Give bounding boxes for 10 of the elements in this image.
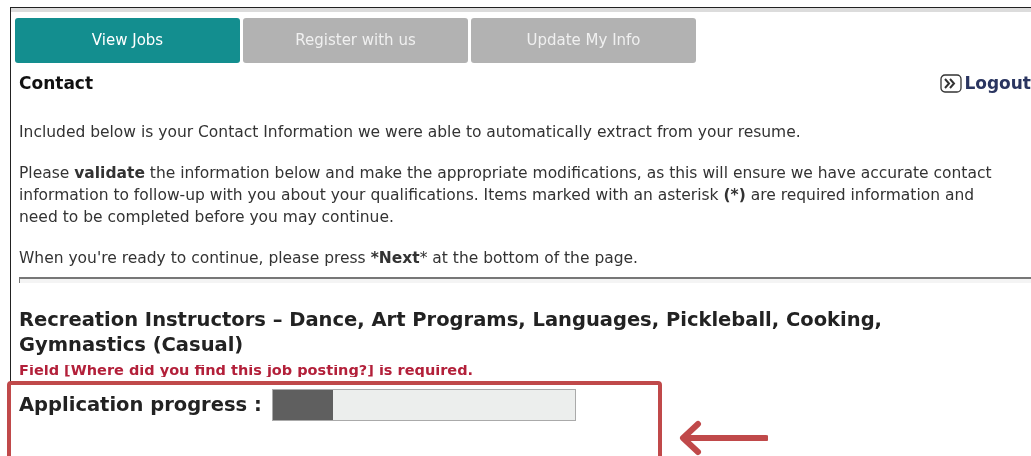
double-chevron-icon [940, 74, 963, 94]
job-title: Recreation Instructors – Dance, Art Programs, Languages, Pickleball, Cooking, Gymnastics (Casual) [18, 306, 883, 357]
arrow-icon [678, 419, 768, 456]
logout-link[interactable]: Logout [940, 71, 1031, 97]
section-title: Contact [19, 72, 94, 95]
instruction-text: Please validate the information below and make the appropriate modifications, as this will ensure we have accurate contact information to follow-up with you about your qualifications. Items marked with an asterisk (*) are required information and need to be completed before you may continue. [19, 162, 993, 228]
instruction-text: When you're ready to continue, please press *Next* at the bottom of the page. [19, 247, 640, 269]
tab[interactable]: View Jobs [15, 18, 240, 63]
instruction-text: Included below is your Contact Information we were able to automatically extract from your resume. [19, 121, 802, 143]
progress-label: Application progress : [19, 391, 262, 418]
